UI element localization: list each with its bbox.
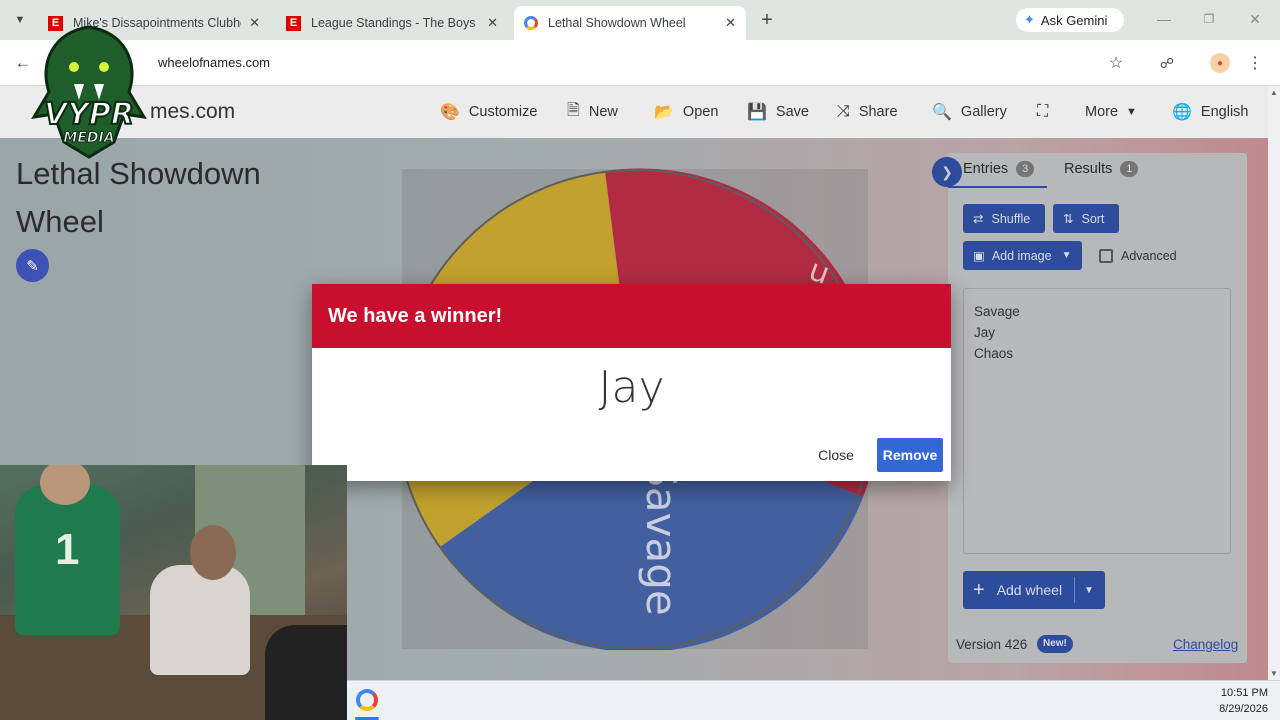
clock-time: 10:51 PM: [1220, 687, 1268, 699]
new-badge: New!: [1037, 635, 1073, 653]
version-label: Version 426: [956, 637, 1028, 652]
browser-tab-active[interactable]: Lethal Showdown Wheel ✕: [514, 6, 746, 40]
extensions-icon[interactable]: ☍: [1156, 52, 1178, 74]
close-tab-icon[interactable]: ✕: [249, 15, 260, 31]
site-name[interactable]: mes.com: [150, 100, 235, 124]
logo-text-media: MEDIA: [63, 130, 114, 146]
caret-down-icon[interactable]: ▼: [1084, 585, 1094, 596]
wheel-label-savage: Savage: [637, 460, 686, 616]
close-tab-icon[interactable]: ✕: [487, 15, 498, 31]
tab-title: League Standings - The Boys - I: [311, 16, 479, 30]
shuffle-icon: ⇄: [973, 212, 984, 226]
collapse-panel-button[interactable]: ❯: [932, 157, 962, 187]
results-count-badge: 1: [1120, 161, 1139, 177]
fullscreen-icon: ⛶: [1037, 103, 1049, 120]
scroll-down-arrow-icon[interactable]: ▼: [1268, 669, 1280, 678]
add-wheel-button[interactable]: + Add wheel ▼: [963, 571, 1105, 609]
logo-text-vypr: VYPR: [44, 97, 134, 132]
winner-dialog: We have a winner! Jay Close Remove: [312, 284, 951, 481]
close-window-icon[interactable]: ✕: [1246, 10, 1264, 28]
entries-count-badge: 3: [1016, 161, 1035, 177]
winner-name: Jay: [598, 362, 665, 413]
close-tab-icon[interactable]: ✕: [725, 15, 736, 31]
remove-button[interactable]: Remove: [877, 438, 943, 472]
tab-entries[interactable]: Entries 3: [963, 161, 1035, 177]
wheel-title: Lethal Showdown Wheel: [16, 156, 261, 239]
chrome-taskbar-icon[interactable]: [356, 689, 378, 711]
webcam-person-center: [150, 565, 250, 675]
close-button[interactable]: Close: [810, 438, 862, 472]
palette-icon: 🎨: [440, 104, 460, 121]
plus-icon: +: [973, 578, 985, 601]
ask-gemini-button[interactable]: ✦ Ask Gemini: [1016, 8, 1124, 32]
winner-dialog-header: We have a winner!: [312, 284, 951, 348]
customize-button[interactable]: 🎨 Customize: [440, 86, 537, 138]
tab-title: Lethal Showdown Wheel: [548, 16, 686, 30]
entry-item: Jay: [974, 325, 996, 340]
changelog-link[interactable]: Changelog: [1173, 637, 1238, 652]
logo-snake-eye-right: [99, 62, 109, 72]
new-button[interactable]: 🗎 New: [567, 86, 618, 138]
entry-item: Savage: [974, 304, 1020, 319]
globe-icon: 🌐: [1172, 104, 1192, 121]
clock-date: 8/29/2026: [1219, 703, 1268, 715]
share-icon: ⤨: [837, 103, 850, 120]
folder-icon: 📂: [654, 104, 674, 121]
system-clock[interactable]: 10:51 PM 8/29/2026: [1219, 685, 1268, 717]
add-wheel-dropdown-divider: [1074, 577, 1075, 603]
caret-down-icon: ▼: [1126, 106, 1137, 118]
chevron-right-icon: ❯: [941, 163, 953, 180]
entry-item: Chaos: [974, 346, 1014, 361]
more-button[interactable]: More ▼: [1085, 86, 1137, 138]
bookmark-star-icon[interactable]: ☆: [1105, 52, 1127, 74]
browser-toolbar: ← wheelofnames.com ☆ ☍ ● ⋮: [0, 40, 1280, 86]
wheel-favicon-icon: [524, 16, 538, 30]
advanced-checkbox[interactable]: [1099, 249, 1113, 263]
webcam-jersey-number: 1: [55, 525, 80, 574]
add-image-button[interactable]: ▣ Add image ▼: [963, 241, 1082, 270]
minimize-window-icon[interactable]: —: [1155, 10, 1173, 28]
pencil-icon: ✎: [26, 257, 39, 275]
share-button[interactable]: ⤨ Share: [837, 86, 898, 138]
file-icon: 🗎: [567, 101, 580, 119]
gallery-button[interactable]: 🔍 Gallery: [932, 86, 1007, 138]
vypr-media-logo: VYPR MEDIA: [31, 25, 147, 159]
save-button[interactable]: 💾 Save: [747, 86, 809, 138]
tab-results[interactable]: Results 1: [1064, 161, 1139, 177]
address-bar[interactable]: wheelofnames.com: [150, 47, 1135, 79]
profile-avatar-icon[interactable]: ●: [1210, 53, 1230, 73]
restore-window-icon[interactable]: ❐: [1200, 10, 1218, 28]
logo-snake-eye-left: [69, 62, 79, 72]
new-tab-button[interactable]: +: [757, 8, 777, 32]
sort-icon: ⇅: [1063, 212, 1074, 226]
entries-textarea[interactable]: Savage Jay Chaos: [963, 288, 1231, 554]
image-icon: ▣: [973, 249, 985, 263]
webcam-person-center-head: [190, 525, 236, 580]
app-bar: mes.com 🎨 Customize 🗎 New 📂 Open 💾 Save ⤨ Sha…: [0, 86, 1268, 138]
browser-tab-2[interactable]: E League Standings - The Boys - I ✕: [276, 6, 508, 40]
page-scrollbar[interactable]: ▲ ▼: [1268, 86, 1280, 680]
shuffle-button[interactable]: ⇄ Shuffle: [963, 204, 1045, 233]
edit-title-button[interactable]: ✎: [16, 249, 49, 282]
webcam-person-right: [265, 625, 347, 720]
advanced-label: Advanced: [1121, 249, 1177, 263]
browser-menu-icon[interactable]: ⋮: [1246, 52, 1264, 74]
search-icon: 🔍: [932, 104, 952, 121]
browser-tab-strip: ▼ E Mike's Dissapointments Clubho ✕ E Le…: [0, 0, 1280, 40]
caret-down-icon: ▼: [1061, 250, 1072, 261]
webcam-overlay: 1: [0, 465, 347, 720]
scroll-up-arrow-icon[interactable]: ▲: [1268, 88, 1280, 97]
language-button[interactable]: 🌐 English: [1172, 86, 1248, 138]
sort-button[interactable]: ⇅ Sort: [1053, 204, 1119, 233]
os-taskbar: 10:51 PM 8/29/2026: [347, 680, 1280, 720]
open-button[interactable]: 📂 Open: [654, 86, 718, 138]
entries-tab-underline: [948, 186, 1047, 188]
espn-favicon-icon: E: [286, 15, 301, 31]
gemini-sparkle-icon: ✦: [1024, 12, 1035, 27]
floppy-disk-icon: 💾: [747, 104, 767, 121]
fullscreen-button[interactable]: ⛶: [1037, 86, 1057, 138]
